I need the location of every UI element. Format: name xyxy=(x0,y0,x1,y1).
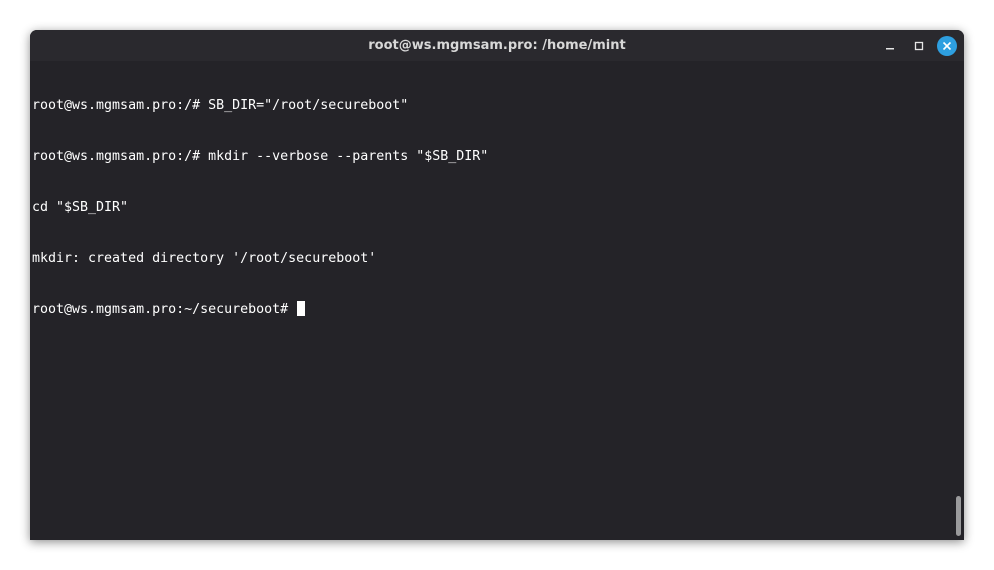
terminal-line: root@ws.mgmsam.pro:/# SB_DIR="/root/secu… xyxy=(32,98,409,113)
prompt-line[interactable]: root@ws.mgmsam.pro:~/secureboot# xyxy=(32,301,952,318)
scrollbar-track[interactable] xyxy=(952,61,964,540)
minimize-button[interactable] xyxy=(881,37,899,55)
terminal-line: mkdir: created directory '/root/securebo… xyxy=(32,251,377,266)
title-bar[interactable]: root@ws.mgmsam.pro: /home/mint xyxy=(30,30,964,61)
terminal-output[interactable]: root@ws.mgmsam.pro:/# SB_DIR="/root/secu… xyxy=(30,61,952,540)
maximize-icon xyxy=(914,41,924,51)
close-button[interactable] xyxy=(937,36,957,56)
scrollbar-thumb[interactable] xyxy=(956,496,961,536)
minimize-icon xyxy=(886,48,894,50)
terminal-window: root@ws.mgmsam.pro: /home/mint root@ws.m… xyxy=(30,30,964,540)
window-title: root@ws.mgmsam.pro: /home/mint xyxy=(368,38,626,53)
maximize-button[interactable] xyxy=(910,37,928,55)
close-icon xyxy=(942,41,952,51)
terminal-line: cd "$SB_DIR" xyxy=(32,200,129,215)
text-cursor xyxy=(297,301,306,316)
terminal-line: root@ws.mgmsam.pro:/# mkdir --verbose --… xyxy=(32,149,489,164)
prompt-text: root@ws.mgmsam.pro:~/secureboot# xyxy=(32,302,297,317)
